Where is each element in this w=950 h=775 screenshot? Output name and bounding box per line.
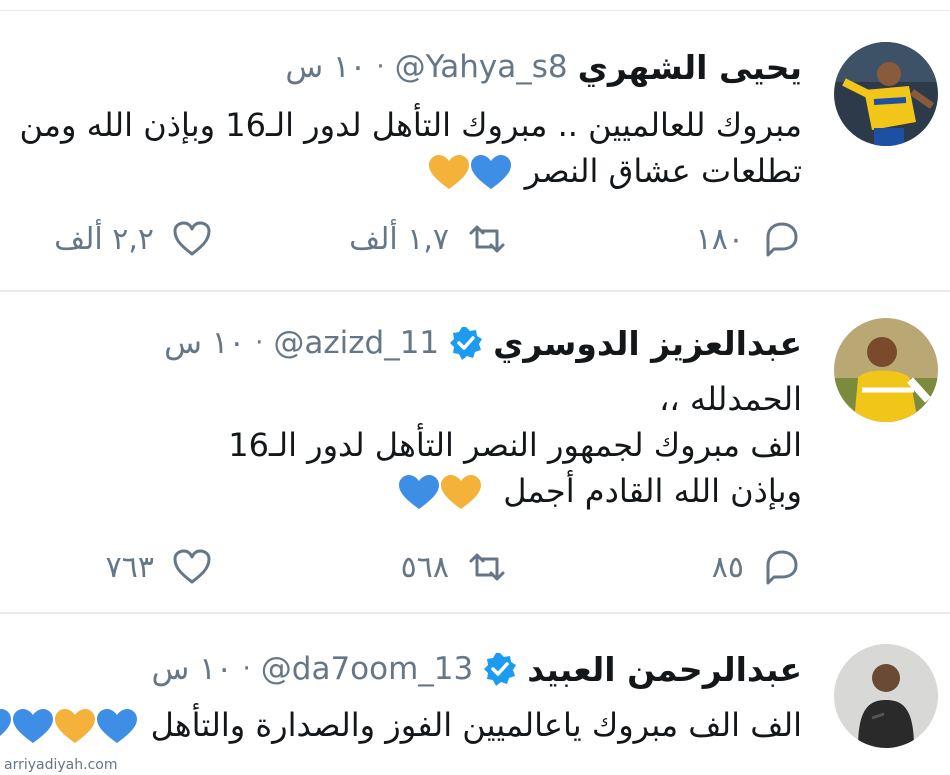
player-photo	[834, 644, 938, 748]
tweet-line-text: تطلعات عشاق النصر	[524, 152, 802, 190]
avatar[interactable]	[834, 318, 938, 422]
user-handle[interactable]: @da7oom_13	[261, 651, 473, 687]
verified-badge-icon	[484, 653, 517, 686]
tweet-line-text: الف الف مبروك ياعالميين الفوز والصدارة و…	[150, 706, 802, 744]
tweet-actions: ١٨٠ ١,٧ ألف ٢,٢ ألف	[54, 214, 802, 264]
tweet-line-text: وبإذن الله القادم أجمل	[503, 472, 802, 510]
tweet-header: عبدالرحمن العبيد @da7oom_13 · ١٠ س	[152, 644, 803, 694]
separator-dot: ·	[255, 328, 264, 358]
tweet-header: يحيى الشهري @Yahya_s8 · ١٠ س	[285, 42, 802, 92]
tweet-3[interactable]: عبدالرحمن العبيد @da7oom_13 · ١٠ س الف ا…	[0, 614, 950, 775]
reply-icon	[766, 550, 798, 585]
like-button[interactable]: ٢,٢ ألف	[54, 214, 212, 264]
retweet-button[interactable]: ١,٧ ألف	[349, 214, 507, 264]
retweet-button[interactable]: ٥٦٨	[401, 542, 507, 592]
blue-heart-icon	[470, 155, 511, 189]
reply-button[interactable]: ٨٥	[712, 542, 802, 592]
user-handle[interactable]: @Yahya_s8	[395, 49, 568, 85]
reply-icon	[766, 222, 798, 257]
user-handle[interactable]: @azizd_11	[273, 325, 439, 361]
yellow-heart-icon	[441, 475, 482, 509]
reply-count: ١٨٠	[695, 221, 744, 257]
player-photo	[834, 42, 938, 146]
blue-heart-icon	[96, 709, 137, 743]
like-count: ٢,٢ ألف	[54, 221, 154, 257]
tweet-1[interactable]: يحيى الشهري @Yahya_s8 · ١٠ س مبروك للعال…	[0, 0, 950, 290]
like-button[interactable]: ٧٦٣	[106, 542, 212, 592]
reply-count: ٨٥	[711, 549, 744, 585]
retweet-icon	[469, 225, 505, 253]
blue-heart-icon	[399, 475, 440, 509]
tweet-line: الحمدلله ،،	[659, 380, 802, 418]
tweet-actions: ٨٥ ٥٦٨ ٧٦٣	[82, 542, 802, 592]
display-name[interactable]: عبدالرحمن العبيد	[527, 650, 802, 689]
tweet-line: الف مبروك لجمهور النصر التأهل لدور الـ16	[228, 426, 802, 464]
tweet-2[interactable]: عبدالعزيز الدوسري @azizd_11 · ١٠ س الحمد…	[0, 292, 950, 612]
display-name[interactable]: عبدالعزيز الدوسري	[493, 324, 802, 363]
reply-button[interactable]: ١٨٠	[696, 214, 802, 264]
avatar[interactable]	[834, 42, 938, 146]
verified-badge-icon	[450, 327, 483, 360]
tweet-line: مبروك للعالميين .. مبروك التأهل لدور الـ…	[19, 106, 802, 144]
player-photo	[834, 318, 938, 422]
yellow-heart-icon	[54, 709, 95, 743]
timestamp[interactable]: ١٠ س	[152, 651, 233, 687]
blue-heart-icon	[0, 709, 11, 736]
timestamp[interactable]: ١٠ س	[285, 49, 366, 85]
retweet-count: ١,٧ ألف	[349, 221, 449, 257]
tweet-text: الحمدلله ،، الف مبروك لجمهور النصر التأه…	[228, 376, 802, 514]
tweet-line: الف الف مبروك ياعالميين الفوز والصدارة و…	[0, 702, 802, 748]
heart-icon	[173, 549, 211, 584]
tweet-line: تطلعات عشاق النصر	[20, 148, 802, 194]
emoji-group	[399, 475, 482, 511]
yellow-heart-icon	[428, 155, 469, 189]
tweet-line: وبإذن الله القادم أجمل	[228, 468, 802, 514]
avatar[interactable]	[834, 644, 938, 748]
emoji-group	[428, 155, 511, 191]
tweet-text: مبروك للعالميين .. مبروك التأهل لدور الـ…	[20, 102, 802, 194]
separator-dot: ·	[242, 654, 251, 684]
like-count: ٧٦٣	[105, 549, 154, 585]
source-watermark: arriyadiyah.com	[4, 757, 118, 773]
emoji-group	[0, 709, 137, 745]
retweet-count: ٥٦٨	[400, 549, 449, 585]
separator-dot: ·	[376, 52, 385, 82]
tweet-header: عبدالعزيز الدوسري @azizd_11 · ١٠ س	[164, 318, 802, 368]
blue-heart-icon	[12, 709, 53, 743]
retweet-icon	[469, 553, 505, 581]
display-name[interactable]: يحيى الشهري	[578, 48, 802, 87]
tweet-text: الف الف مبروك ياعالميين الفوز والصدارة و…	[0, 702, 802, 748]
timestamp[interactable]: ١٠ س	[164, 325, 245, 361]
heart-icon	[173, 221, 211, 256]
